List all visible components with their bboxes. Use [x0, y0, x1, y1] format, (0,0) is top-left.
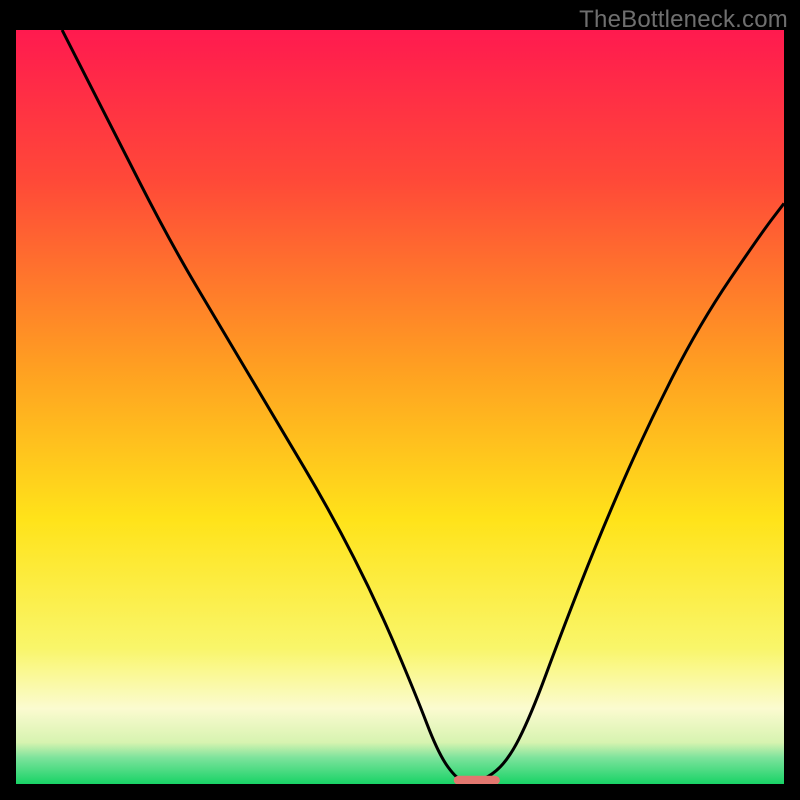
gradient-background — [16, 30, 784, 784]
chart-frame: TheBottleneck.com — [0, 0, 800, 800]
bottleneck-chart — [16, 30, 784, 784]
watermark-label: TheBottleneck.com — [579, 6, 788, 34]
plot-area — [16, 30, 784, 784]
optimal-marker — [454, 776, 500, 784]
